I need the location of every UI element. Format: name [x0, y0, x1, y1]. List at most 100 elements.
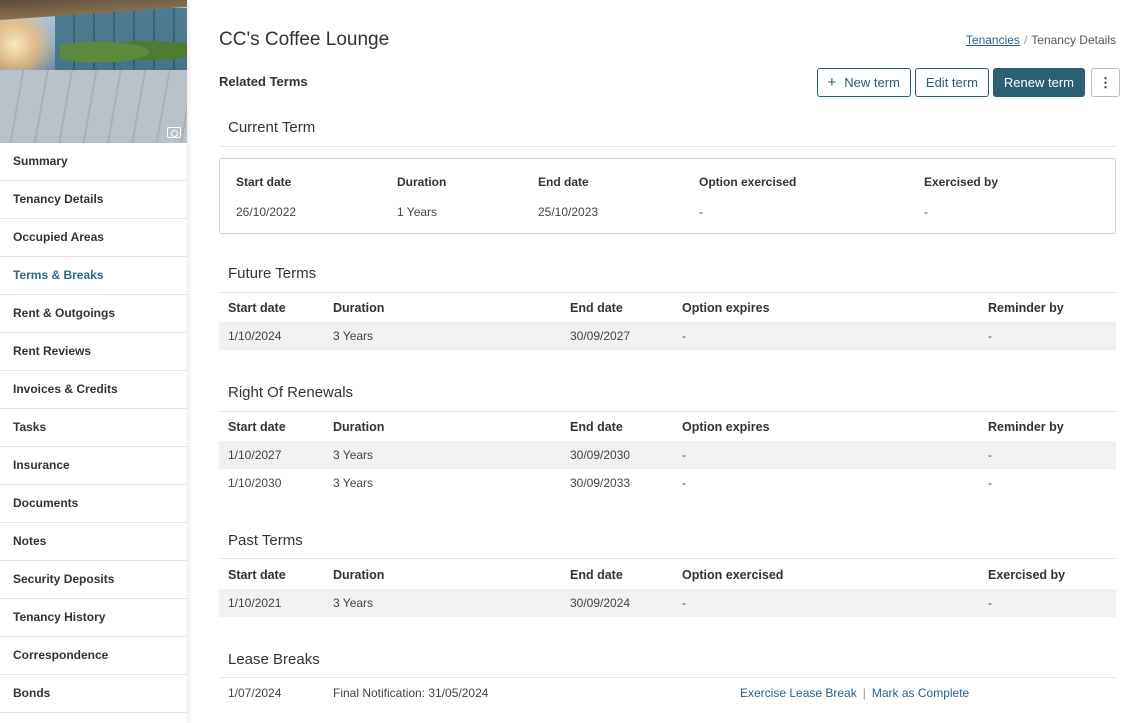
table-cell: 3 Years: [333, 596, 374, 610]
sidebar-item-terms-breaks[interactable]: Terms & Breaks: [0, 257, 187, 295]
current-header-option-exercised: Option exercised: [699, 175, 797, 189]
sidebar-item-rent-reviews[interactable]: Rent Reviews: [0, 333, 187, 371]
term-start-date-link[interactable]: 1/10/2021: [228, 589, 281, 617]
camera-icon[interactable]: [167, 127, 181, 138]
right-of-renewals-table: Start date Duration End date Option expi…: [219, 413, 1116, 497]
divider: [219, 292, 1116, 293]
action-toolbar: + New term Edit term Renew term ⋮: [816, 68, 1120, 97]
main-content: CC's Coffee Lounge Tenancies / Tenancy Det…: [187, 0, 1141, 723]
past-terms-table: Start date Duration End date Option exer…: [219, 561, 1116, 617]
table-cell: 3 Years: [333, 329, 374, 343]
future-terms-title: Future Terms: [228, 265, 317, 282]
breadcrumb-tenancies-link[interactable]: Tenancies: [966, 33, 1020, 47]
column-header: End date: [570, 568, 623, 582]
sidebar-item-correspondence[interactable]: Correspondence: [0, 637, 187, 675]
breadcrumb-separator: /: [1023, 33, 1028, 47]
plus-icon: +: [827, 74, 837, 91]
divider: [219, 677, 1116, 678]
table-cell: -: [988, 329, 992, 343]
sidebar-item-tasks[interactable]: Tasks: [0, 409, 187, 447]
past-terms-title: Past Terms: [228, 532, 303, 549]
lease-break-actions: Exercise Lease Break | Mark as Complete: [740, 679, 969, 707]
column-header: Duration: [333, 420, 385, 434]
lease-breaks-table: 1/07/2024 Final Notification: 31/05/2024…: [219, 679, 1116, 707]
sidebar-item-notes[interactable]: Notes: [0, 523, 187, 561]
table-cell: -: [682, 448, 686, 462]
table-row: 1/10/2021 3 Years 30/09/2024 - -: [219, 589, 1116, 617]
table-header-row: Start date Duration End date Option expi…: [219, 294, 1116, 322]
column-header: Duration: [333, 301, 385, 315]
divider: [219, 411, 1116, 412]
column-header: Reminder by: [988, 301, 1064, 315]
current-header-duration: Duration: [397, 175, 447, 189]
sidebar-item-documents[interactable]: Documents: [0, 485, 187, 523]
column-header: Exercised by: [988, 568, 1066, 582]
renew-term-button[interactable]: Renew term: [992, 68, 1085, 97]
new-term-button[interactable]: + New term: [816, 68, 911, 97]
column-header: Start date: [228, 568, 286, 582]
column-header: Start date: [228, 420, 286, 434]
sidebar-item-occupied-areas[interactable]: Occupied Areas: [0, 219, 187, 257]
current-start-date: 26/10/2022: [236, 205, 297, 219]
table-cell: -: [682, 476, 686, 490]
sidebar-item-rent-outgoings[interactable]: Rent & Outgoings: [0, 295, 187, 333]
divider: [219, 146, 1116, 147]
table-cell: 3 Years: [333, 476, 374, 490]
table-cell: -: [988, 448, 992, 462]
future-terms-table: Start date Duration End date Option expi…: [219, 294, 1116, 350]
term-start-date-link[interactable]: 1/10/2030: [228, 469, 281, 497]
lease-break-notification: Final Notification: 31/05/2024: [333, 686, 489, 700]
column-header: Duration: [333, 568, 385, 582]
divider: [219, 558, 1116, 559]
sidebar-item-summary[interactable]: Summary: [0, 143, 187, 181]
new-term-label: New term: [844, 75, 900, 90]
table-header-row: Start date Duration End date Option expi…: [219, 413, 1116, 441]
photo-floor: [0, 70, 187, 143]
column-header: Option expires: [682, 301, 770, 315]
breadcrumb-current: Tenancy Details: [1031, 33, 1116, 47]
sidebar-item-bonds[interactable]: Bonds: [0, 675, 187, 713]
column-header: Start date: [228, 301, 286, 315]
table-row: 1/10/2024 3 Years 30/09/2027 - -: [219, 322, 1116, 350]
table-cell: 3 Years: [333, 448, 374, 462]
sidebar-item-insurance[interactable]: Insurance: [0, 447, 187, 485]
current-option-exercised: -: [699, 205, 703, 219]
table-cell: -: [988, 596, 992, 610]
lease-break-date-link[interactable]: 1/07/2024: [228, 679, 281, 707]
property-photo: [0, 0, 187, 143]
current-term-card: Start date Duration End date Option exer…: [219, 158, 1116, 234]
table-cell: -: [682, 596, 686, 610]
edit-term-button[interactable]: Edit term: [914, 68, 989, 97]
current-term-title: Current Term: [228, 119, 316, 136]
lease-breaks-title: Lease Breaks: [228, 651, 320, 668]
more-options-icon[interactable]: ⋮: [1091, 68, 1120, 97]
sidebar-item-invoices-credits[interactable]: Invoices & Credits: [0, 371, 187, 409]
sidebar-item-security-deposits[interactable]: Security Deposits: [0, 561, 187, 599]
table-cell: -: [682, 329, 686, 343]
column-header: End date: [570, 420, 623, 434]
current-header-end-date: End date: [538, 175, 589, 189]
table-cell: 30/09/2024: [570, 596, 631, 610]
mark-as-complete-link[interactable]: Mark as Complete: [872, 686, 969, 700]
column-header: Reminder by: [988, 420, 1064, 434]
sidebar-item-tenancy-history[interactable]: Tenancy History: [0, 599, 187, 637]
term-start-date-link[interactable]: 1/10/2024: [228, 322, 281, 350]
right-of-renewals-title: Right Of Renewals: [228, 384, 354, 401]
column-header: Option expires: [682, 420, 770, 434]
related-terms-heading: Related Terms: [219, 74, 308, 89]
term-start-date-link[interactable]: 1/10/2027: [228, 441, 281, 469]
table-cell: -: [988, 476, 992, 490]
current-exercised-by: -: [924, 205, 928, 219]
sidebar-item-tenancy-details[interactable]: Tenancy Details: [0, 181, 187, 219]
table-row: 1/10/2030 3 Years 30/09/2033 - -: [219, 469, 1116, 497]
table-cell: 30/09/2027: [570, 329, 631, 343]
table-header-row: Start date Duration End date Option exer…: [219, 561, 1116, 589]
table-row: 1/07/2024 Final Notification: 31/05/2024…: [219, 679, 1116, 707]
current-duration: 1 Years: [397, 205, 438, 219]
table-cell: 30/09/2030: [570, 448, 631, 462]
page-title: CC's Coffee Lounge: [219, 29, 390, 50]
column-header: End date: [570, 301, 623, 315]
exercise-lease-break-link[interactable]: Exercise Lease Break: [740, 686, 857, 700]
action-separator: |: [862, 686, 866, 700]
sidebar-nav: Summary Tenancy Details Occupied Areas T…: [0, 143, 187, 713]
